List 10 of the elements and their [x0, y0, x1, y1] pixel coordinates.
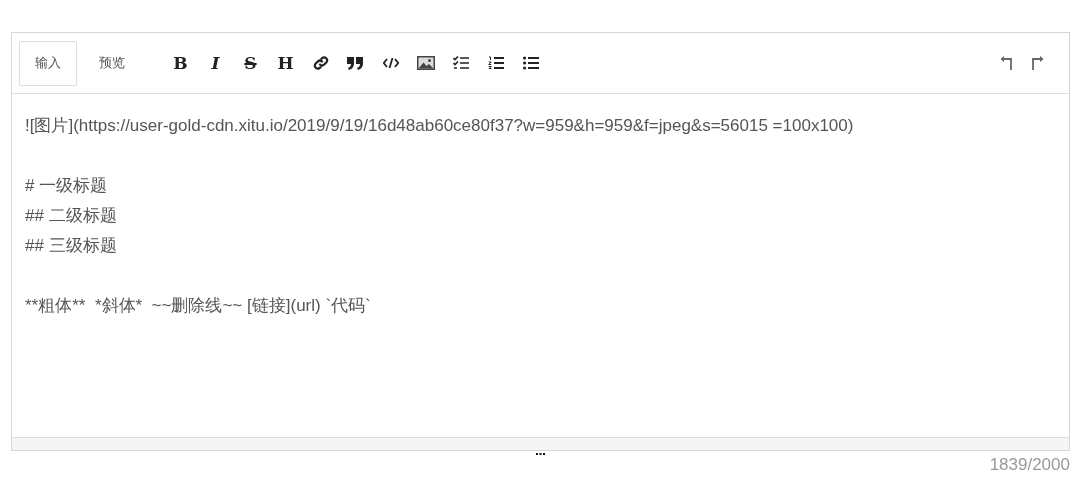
strikethrough-button[interactable]: S	[233, 48, 268, 78]
editor-text[interactable]: ![图片](https://user-gold-cdn.xitu.io/2019/9/19/16d48ab60ce80f37?w=959&h=959&f=jpeg&s=56015 =100x100) # 一级标题 ## 二级标题 ## 三级标题 **粗体** *斜体* ~~删除线~~ [链接](url) `代码`	[25, 111, 1056, 321]
undo-icon[interactable]	[999, 56, 1015, 70]
bold-button[interactable]: B	[163, 48, 198, 78]
redo-icon[interactable]	[1029, 56, 1045, 70]
character-counter: 1839/2000	[989, 455, 1070, 475]
resize-grip-icon[interactable]	[536, 453, 545, 456]
italic-button[interactable]: I	[198, 48, 233, 78]
editor-tab[interactable]: 输入	[19, 40, 77, 86]
heading-button[interactable]: H	[268, 48, 303, 78]
